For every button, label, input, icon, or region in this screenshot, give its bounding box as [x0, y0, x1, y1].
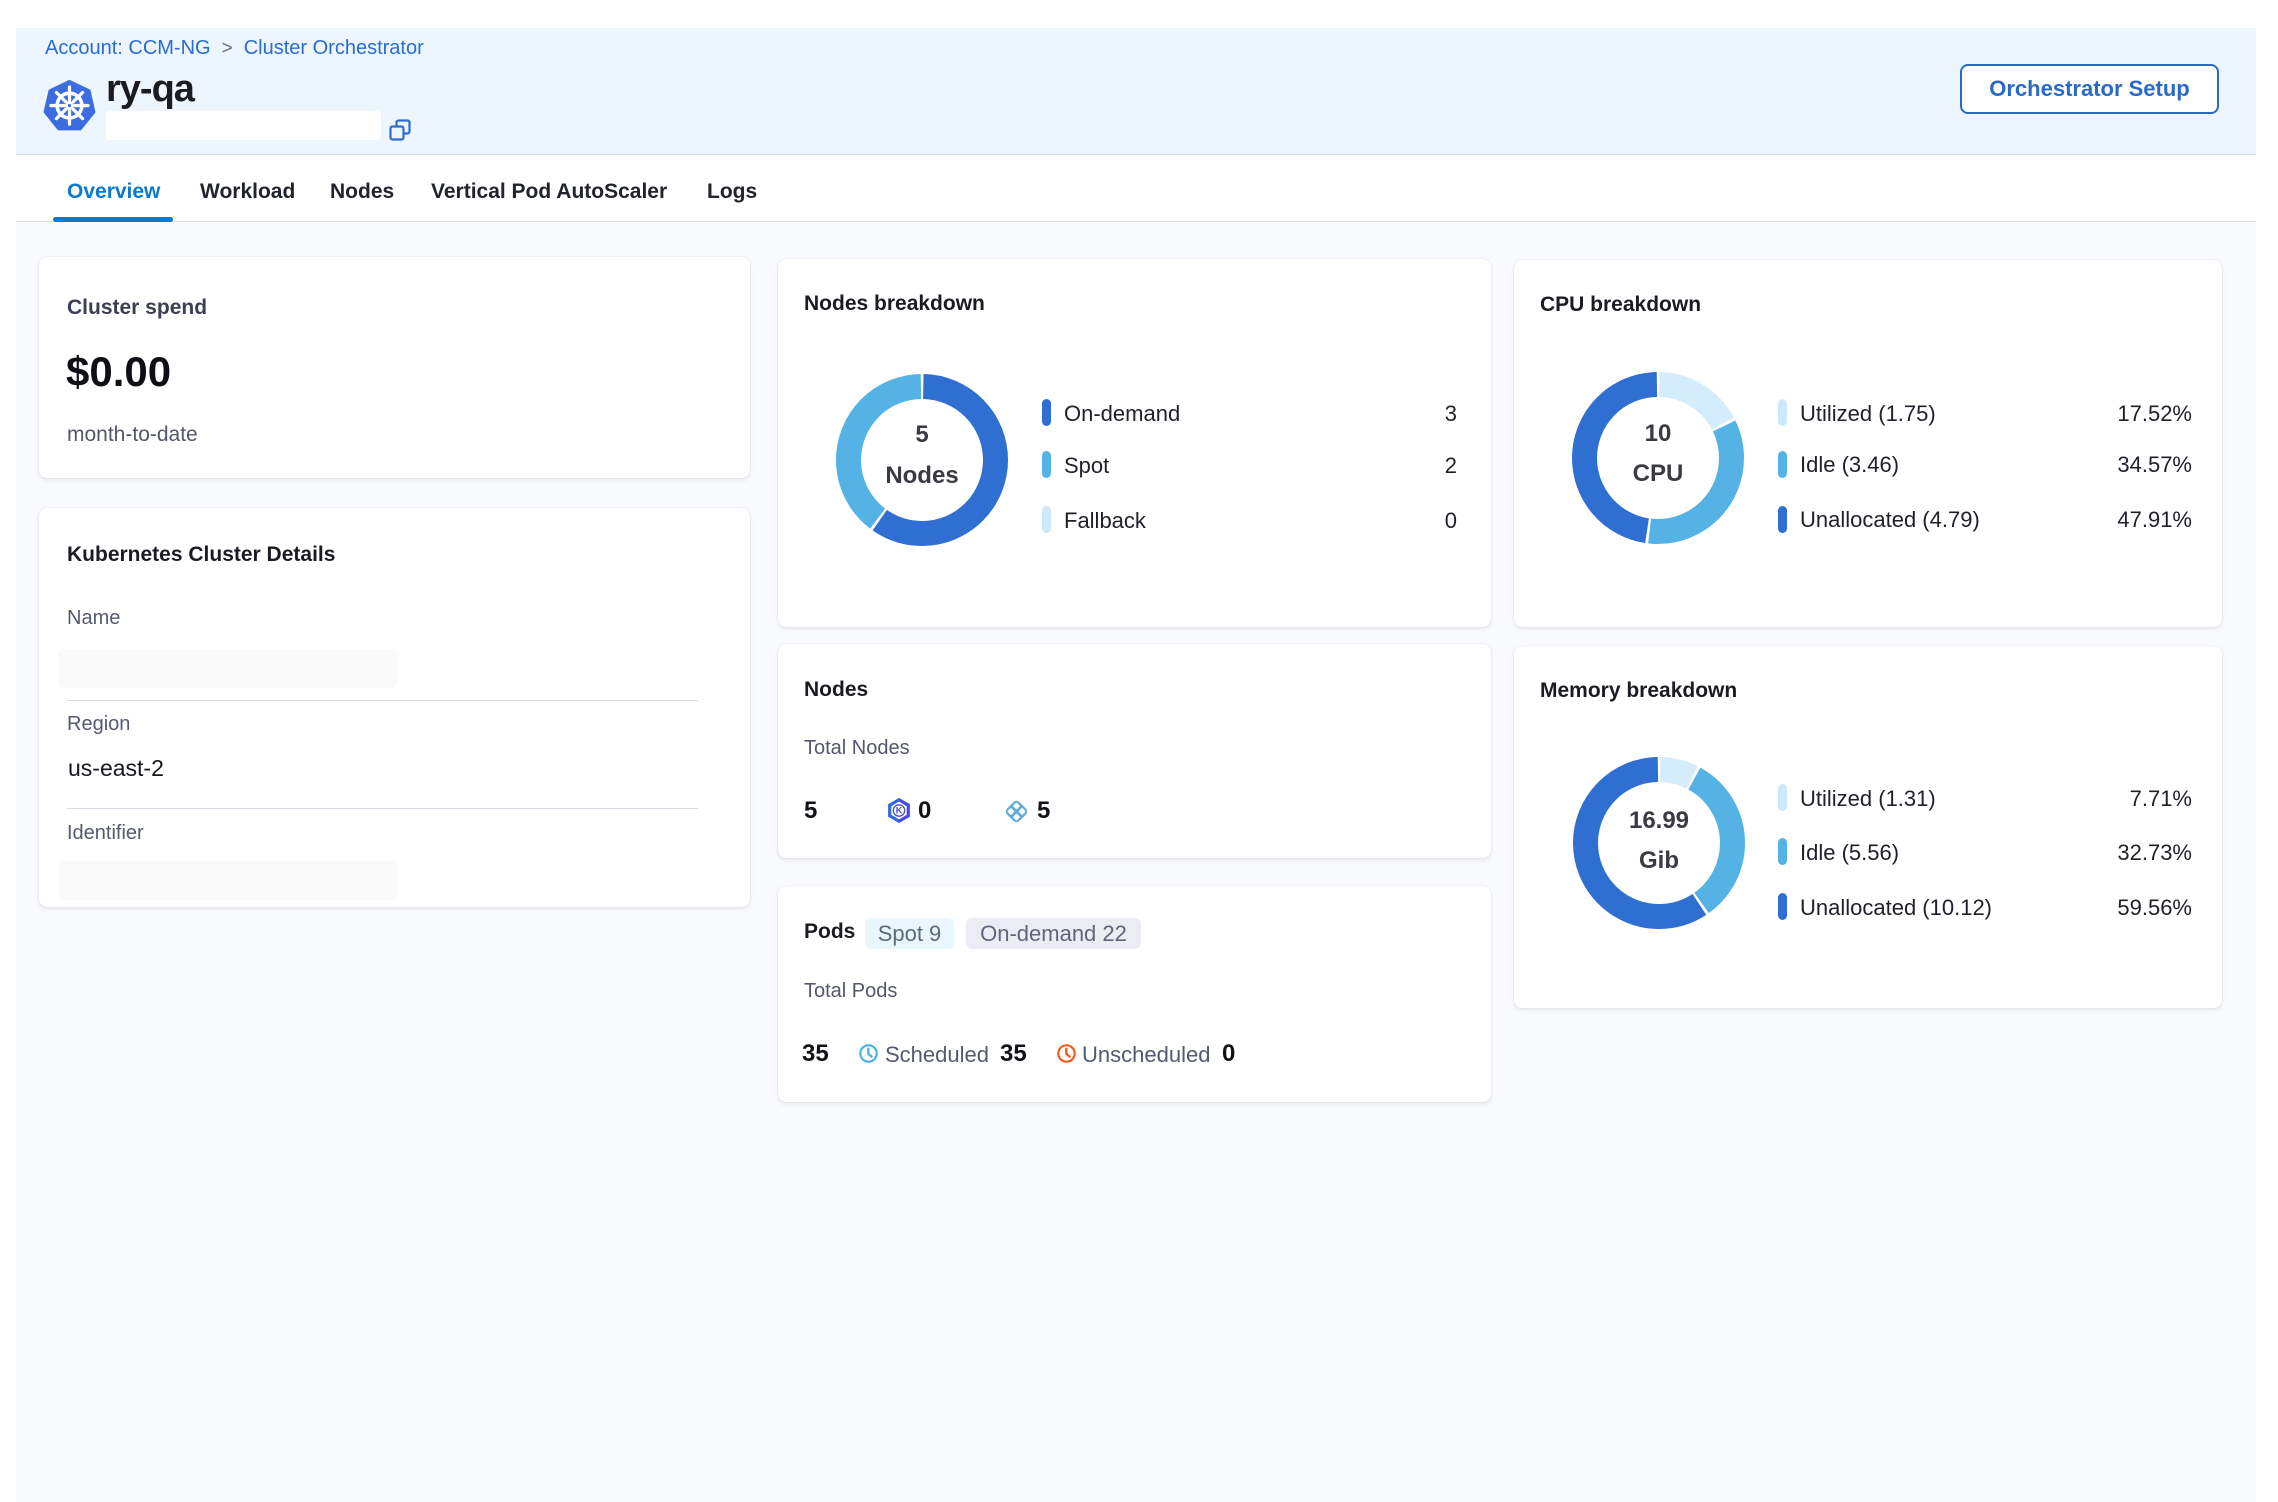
svg-text:K: K — [896, 806, 903, 816]
